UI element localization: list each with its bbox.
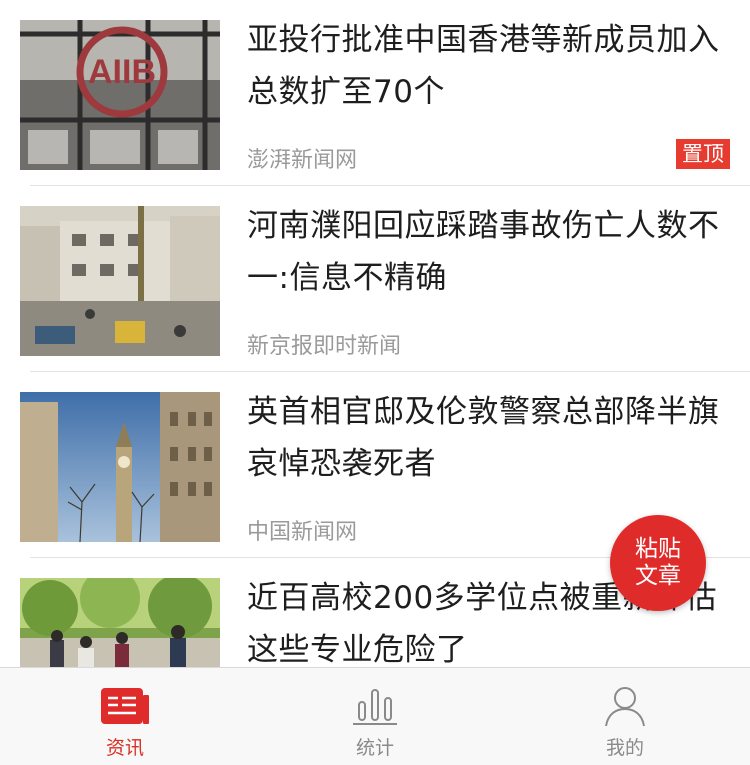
tab-stats-label: 统计: [355, 737, 394, 759]
news-thumbnail: [20, 206, 220, 356]
news-thumbnail: [20, 392, 220, 542]
tab-news-label: 资讯: [105, 737, 144, 759]
news-title[interactable]: 河南濮阳回应踩踏事故伤亡人数不一:信息不精确: [247, 200, 727, 304]
stats-icon: [349, 684, 401, 728]
news-title[interactable]: 英首相官邸及伦敦警察总部降半旗 哀悼恐袭死者: [247, 386, 727, 490]
pinned-badge: 置顶: [676, 139, 730, 169]
tab-me[interactable]: 我的: [500, 668, 750, 765]
campus-photo: [20, 578, 220, 667]
paste-article-button[interactable]: 粘贴 文章: [610, 515, 706, 611]
tab-stats[interactable]: 统计: [250, 668, 500, 765]
london-photo: [20, 392, 220, 542]
news-item[interactable]: 河南濮阳回应踩踏事故伤亡人数不一:信息不精确 新京报即时新闻: [0, 186, 750, 372]
user-icon: [599, 684, 651, 728]
news-thumbnail: [20, 578, 220, 667]
bottom-tab-bar: 资讯 统计 我的: [0, 667, 750, 765]
paste-article-label-1: 粘贴: [635, 536, 681, 562]
street-photo: [20, 206, 220, 356]
news-source: 新京报即时新闻: [247, 334, 402, 359]
news-source: 澎湃新闻网: [247, 148, 358, 173]
aiib-photo: AIIB: [20, 20, 220, 170]
tab-news[interactable]: 资讯: [0, 668, 250, 765]
news-source: 中国新闻网: [247, 520, 358, 545]
news-item[interactable]: AIIB 亚投行批准中国香港等新成员加入 总数扩至70个 澎湃新闻网 置顶: [0, 0, 750, 186]
news-title[interactable]: 亚投行批准中国香港等新成员加入 总数扩至70个: [247, 14, 727, 118]
tab-me-label: 我的: [605, 737, 644, 759]
news-thumbnail: AIIB: [20, 20, 220, 170]
news-icon: [99, 684, 151, 728]
aiib-logo-text: AIIB: [88, 53, 156, 91]
paste-article-label-2: 文章: [635, 563, 681, 589]
